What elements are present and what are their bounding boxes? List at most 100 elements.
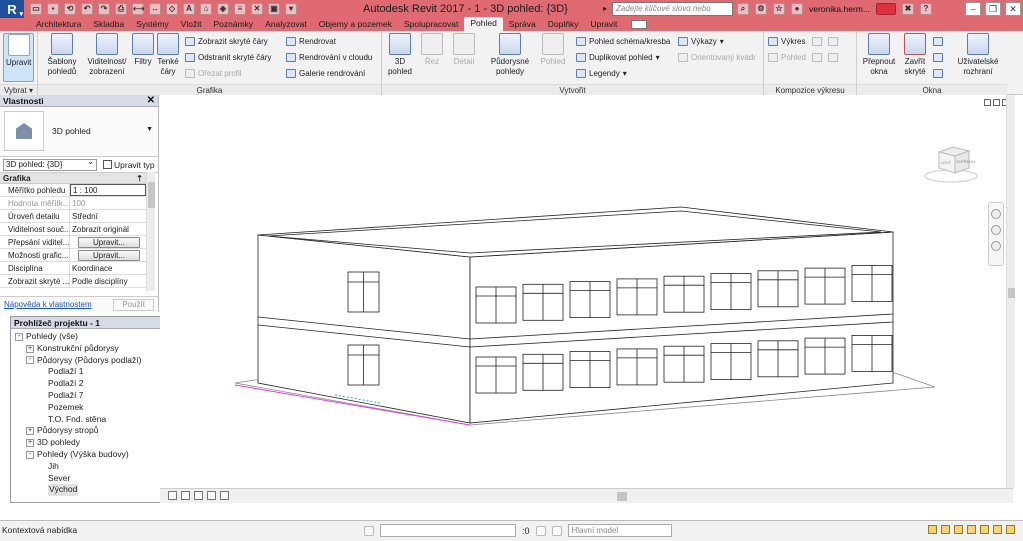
- tree-item-label[interactable]: Půdorysy stropů: [37, 425, 98, 437]
- properties-help-link[interactable]: Nápověda k vlastnostem: [4, 300, 92, 309]
- save-icon[interactable]: ▪: [47, 3, 59, 15]
- property-row[interactable]: Možnosti grafic... Upravit...: [0, 249, 146, 262]
- edit-button-label[interactable]: Upravit...: [78, 250, 140, 261]
- open-icon[interactable]: ▭: [30, 3, 42, 15]
- worksets-icon[interactable]: [364, 525, 374, 536]
- view-templates-button[interactable]: Šablony pohledů: [44, 33, 80, 77]
- user-interface-button[interactable]: Uživatelské rozhraní: [953, 33, 1003, 77]
- chevron-down-icon[interactable]: ▼: [146, 126, 153, 133]
- expand-icon[interactable]: +: [26, 344, 34, 353]
- tree-item[interactable]: + Konstrukční půdorysy: [11, 343, 177, 355]
- tree-item-label[interactable]: Sever: [48, 473, 70, 485]
- sheet-button[interactable]: Výkres: [768, 35, 805, 47]
- text-icon[interactable]: A: [183, 3, 195, 15]
- viewcube-left-label[interactable]: LEVÝ: [941, 160, 952, 165]
- tab-upravit[interactable]: Upravit: [584, 18, 623, 31]
- property-edit-button[interactable]: Upravit...: [70, 249, 146, 261]
- property-row[interactable]: Disciplína Koordinace: [0, 262, 146, 275]
- tree-item-label[interactable]: Pozemek: [48, 402, 83, 414]
- modify-button[interactable]: Upravit: [3, 33, 35, 82]
- tree-item[interactable]: Podlaží 7: [11, 390, 177, 402]
- expand-icon[interactable]: +: [26, 439, 34, 448]
- username[interactable]: veronika.herm...: [809, 4, 870, 14]
- tile-button[interactable]: [933, 67, 943, 79]
- collapse-icon[interactable]: ⇡: [136, 173, 143, 184]
- oriented-box-button[interactable]: Orientovaný kvádr: [678, 51, 756, 63]
- crop-icon[interactable]: [220, 491, 229, 500]
- visibility-graphics-button[interactable]: Viditelnost/ zobrazení: [84, 33, 130, 77]
- place-view-button[interactable]: Pohled: [768, 51, 806, 63]
- property-row[interactable]: Viditelnost souč... Zobrazit originál: [0, 223, 146, 236]
- switch-windows-button[interactable]: Přepnout okna: [861, 33, 897, 77]
- tab-pohled[interactable]: Pohled: [464, 17, 503, 31]
- tree-item-label[interactable]: Pohledy (Výška budovy): [37, 449, 129, 461]
- apply-button[interactable]: Použít: [113, 298, 154, 311]
- property-edit-button[interactable]: Upravit...: [70, 236, 146, 248]
- redo-icon[interactable]: ↷: [98, 3, 110, 15]
- editable-only-icon[interactable]: [551, 525, 562, 536]
- duplicate-view-button[interactable]: Duplikovat pohled ▾: [576, 51, 660, 63]
- tab-systemy[interactable]: Systémy: [130, 18, 175, 31]
- restore-button[interactable]: ❐: [985, 2, 1001, 16]
- tree-item[interactable]: Podlaží 1: [11, 366, 177, 378]
- render-button[interactable]: Rendrovat: [286, 35, 336, 47]
- select-by-face-icon[interactable]: [967, 525, 976, 534]
- close-hidden-icon[interactable]: ✕: [251, 3, 263, 15]
- close-icon[interactable]: ✕: [147, 95, 155, 106]
- tree-item[interactable]: Podlaží 2: [11, 378, 177, 390]
- property-value[interactable]: Koordinace: [70, 262, 146, 274]
- subscription-icon[interactable]: ⚙: [755, 3, 767, 15]
- tree-item-label[interactable]: Východ: [48, 484, 79, 497]
- show-hidden-lines-button[interactable]: Zobrazit skryté čáry: [185, 35, 268, 47]
- property-value[interactable]: Zobrazit originál: [70, 223, 146, 235]
- edit-button-label[interactable]: Upravit...: [78, 237, 140, 248]
- tree-item-label[interactable]: 3D pohledy: [37, 437, 80, 449]
- tree-item[interactable]: Pozemek: [11, 402, 177, 414]
- tree-item-label[interactable]: Konstrukční půdorysy: [37, 343, 119, 355]
- tree-item-label[interactable]: Půdorysy (Půdorys podlaží): [37, 355, 141, 367]
- design-option-select[interactable]: Hlavní model: [567, 524, 672, 537]
- guide-grid-button[interactable]: [812, 51, 822, 63]
- tree-item-label[interactable]: Pohledy (vše): [26, 331, 78, 343]
- property-row[interactable]: Zobrazit skryté ... Podle disciplíny: [0, 275, 146, 288]
- tree-item-label[interactable]: Jih: [48, 461, 59, 473]
- restore-view-icon[interactable]: [993, 99, 1000, 106]
- revisions-button[interactable]: [828, 35, 838, 47]
- collapse-icon[interactable]: -: [26, 450, 34, 459]
- property-row[interactable]: Přepsání viditel... Upravit...: [0, 236, 146, 249]
- property-value[interactable]: Střední: [70, 210, 146, 222]
- collapse-icon[interactable]: -: [15, 332, 23, 341]
- 3d-view-icon[interactable]: ⌂: [200, 3, 212, 15]
- thin-lines-button[interactable]: Tenké čáry: [156, 33, 180, 77]
- tree-item[interactable]: + Půdorysy stropů: [11, 425, 177, 437]
- close-window-button[interactable]: ✕: [1005, 2, 1021, 16]
- tree-item[interactable]: - Půdorysy (Půdorys podlaží): [11, 355, 177, 367]
- print-icon[interactable]: ⎙: [115, 3, 127, 15]
- collapse-icon[interactable]: -: [26, 356, 34, 365]
- close-hidden-button[interactable]: Zavřít skryté: [899, 33, 931, 77]
- steering-wheel-icon[interactable]: [991, 209, 1001, 219]
- edit-type-button[interactable]: Upravit typ: [103, 160, 155, 170]
- tab-poznamky[interactable]: Poznámky: [207, 18, 259, 31]
- tab-objemy[interactable]: Objemy a pozemek: [313, 18, 398, 31]
- app-menu-button[interactable]: R ▾: [0, 0, 24, 18]
- select-pinned-icon[interactable]: [954, 525, 963, 534]
- visual-style-icon[interactable]: [181, 491, 190, 500]
- thin-lines-icon[interactable]: ≡: [234, 3, 246, 15]
- elevation-button[interactable]: Pohled: [536, 33, 570, 67]
- favorites-icon[interactable]: ☆: [773, 3, 785, 15]
- switch-windows-icon[interactable]: ▣: [268, 3, 280, 15]
- drag-elements-icon[interactable]: [980, 525, 989, 534]
- tree-item-label[interactable]: T.O. Fnd. stěna: [48, 414, 106, 426]
- tab-architektura[interactable]: Architektura: [30, 18, 87, 31]
- background-process-icon[interactable]: [993, 525, 1002, 534]
- tab-skladba[interactable]: Sklad­ba: [87, 18, 130, 31]
- property-row[interactable]: Hodnota měřítk... 100: [0, 197, 146, 210]
- tab-analyzovat[interactable]: Analyzovat: [259, 18, 313, 31]
- replicate-button[interactable]: [933, 35, 943, 47]
- matchline-button[interactable]: [828, 51, 838, 63]
- section-button[interactable]: Řez: [420, 33, 444, 67]
- undo-icon[interactable]: ↶: [81, 3, 93, 15]
- a360-icon[interactable]: [875, 3, 896, 15]
- building-3d-model[interactable]: [160, 95, 1013, 488]
